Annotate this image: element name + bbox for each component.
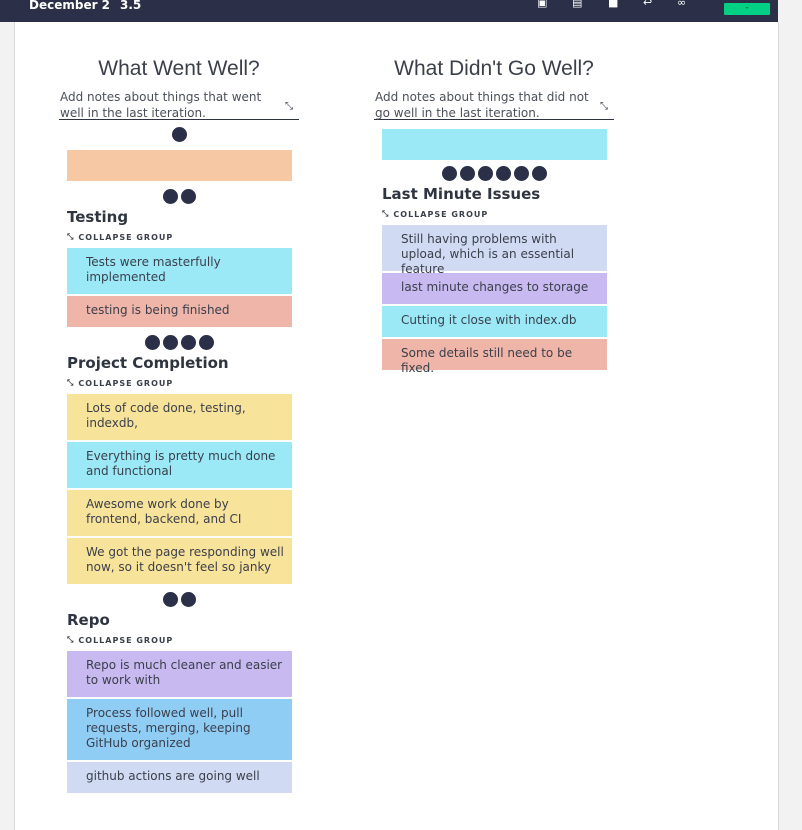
note-input-placeholder: Add notes about things that did not go w…: [375, 90, 589, 120]
group-title: Testing: [67, 208, 129, 226]
note-card[interactable]: Process followed well, pull requests, me…: [67, 699, 292, 760]
retro-board: What Went Well? Add notes about things t…: [14, 22, 779, 830]
note-card[interactable]: Lots of code done, testing, indexdb,: [67, 394, 292, 440]
undo-icon[interactable]: ↩: [643, 0, 652, 8]
note-card[interactable]: Some details still need to be fixed.: [382, 339, 607, 375]
vote-dots[interactable]: [59, 592, 299, 607]
board-date: December 2: [29, 0, 111, 12]
note-card[interactable]: Awesome work done by frontend, backend, …: [67, 490, 292, 536]
vote-dot: [459, 166, 475, 181]
note-card[interactable]: last minute changes to storage: [382, 273, 607, 304]
collapse-group-button[interactable]: ⤡ COLLAPSE GROUP: [382, 209, 614, 219]
collapse-icon[interactable]: ⤡: [600, 99, 608, 115]
collapse-group-label: COLLAPSE GROUP: [78, 378, 174, 388]
note-input[interactable]: Add notes about things that did not go w…: [374, 87, 614, 120]
collapse-group-button[interactable]: ⤡ COLLAPSE GROUP: [67, 232, 299, 242]
vote-dot: [198, 335, 214, 350]
vote-dots[interactable]: [59, 189, 299, 204]
group-title: Project Completion: [67, 354, 229, 372]
collapse-icon: ⤡: [382, 209, 390, 218]
note-card-text: Lots of code done, testing, indexdb,: [86, 401, 246, 430]
note-card[interactable]: Still having problems with upload, which…: [382, 225, 607, 276]
note-card-text: Still having problems with upload, which…: [401, 232, 575, 276]
vote-dots[interactable]: [374, 166, 614, 181]
collapse-icon: ⤡: [67, 378, 75, 387]
vote-dot: [180, 335, 196, 350]
collapse-icon[interactable]: ⤡: [285, 99, 293, 115]
note-card-text: testing is being finished: [86, 303, 230, 317]
calendar-icon[interactable]: ▣: [537, 0, 547, 8]
collapse-icon: ⤡: [67, 232, 75, 241]
group-title: Repo: [67, 611, 110, 629]
vote-dot: [162, 335, 178, 350]
vote-dot: [441, 166, 457, 181]
vote-dot: [180, 189, 196, 204]
save-icon[interactable]: ■: [608, 0, 618, 8]
column-went-well: What Went Well? Add notes about things t…: [59, 22, 299, 795]
vote-dot: [531, 166, 547, 181]
note-card-text: Everything is pretty much done and funct…: [86, 449, 276, 478]
note-card-text: Some details still need to be fixed.: [401, 346, 573, 375]
note-input[interactable]: Add notes about things that went well in…: [59, 87, 299, 120]
note-card-text: Tests were masterfully implemented: [86, 255, 221, 284]
note-card[interactable]: Cutting it close with index.db: [382, 306, 607, 337]
vote-dot: [162, 592, 178, 607]
clipboard-icon[interactable]: ▤: [572, 0, 582, 8]
board-score: 3.5: [120, 0, 142, 12]
note-card[interactable]: [382, 129, 607, 160]
column-title: What Went Well?: [98, 57, 260, 80]
collapse-group-button[interactable]: ⤡ COLLAPSE GROUP: [67, 378, 299, 388]
note-card-text: Cutting it close with index.db: [401, 313, 577, 327]
note-card[interactable]: github actions are going well: [67, 762, 292, 793]
vote-dots[interactable]: [59, 127, 299, 142]
collapse-icon: ⤡: [67, 635, 75, 644]
vote-dot: [180, 592, 196, 607]
vote-dot: [477, 166, 493, 181]
collapse-group-button[interactable]: ⤡ COLLAPSE GROUP: [67, 635, 299, 645]
note-card[interactable]: [67, 150, 292, 181]
top-bar: December 2 3.5 ▣ ▤ ■ ↩ ∞ -: [0, 0, 778, 22]
collapse-group-label: COLLAPSE GROUP: [78, 635, 174, 645]
vote-dot: [171, 127, 187, 142]
column-didnt-go-well: What Didn't Go Well? Add notes about thi…: [374, 22, 614, 375]
vote-dot: [495, 166, 511, 181]
vote-dot: [513, 166, 529, 181]
link-icon[interactable]: ∞: [677, 0, 686, 8]
note-card-text: github actions are going well: [86, 769, 260, 783]
vote-dot: [162, 189, 178, 204]
group-title: Last Minute Issues: [382, 185, 541, 203]
note-card[interactable]: testing is being finished: [67, 296, 292, 327]
status-button[interactable]: -: [724, 3, 770, 15]
note-card-text: Process followed well, pull requests, me…: [86, 706, 251, 750]
note-input-placeholder: Add notes about things that went well in…: [60, 90, 262, 120]
note-card-text: We got the page responding well now, so …: [86, 545, 284, 574]
note-card-text: Repo is much cleaner and easier to work …: [86, 658, 283, 687]
note-card[interactable]: Tests were masterfully implemented: [67, 248, 292, 294]
vote-dot: [144, 335, 160, 350]
note-card-text: last minute changes to storage: [401, 280, 589, 294]
collapse-group-label: COLLAPSE GROUP: [78, 232, 174, 242]
column-title: What Didn't Go Well?: [394, 57, 594, 80]
vote-dots[interactable]: [59, 335, 299, 350]
note-card[interactable]: We got the page responding well now, so …: [67, 538, 292, 584]
note-card[interactable]: Repo is much cleaner and easier to work …: [67, 651, 292, 697]
note-card-text: Awesome work done by frontend, backend, …: [86, 497, 242, 526]
collapse-group-label: COLLAPSE GROUP: [393, 209, 489, 219]
note-card[interactable]: Everything is pretty much done and funct…: [67, 442, 292, 488]
